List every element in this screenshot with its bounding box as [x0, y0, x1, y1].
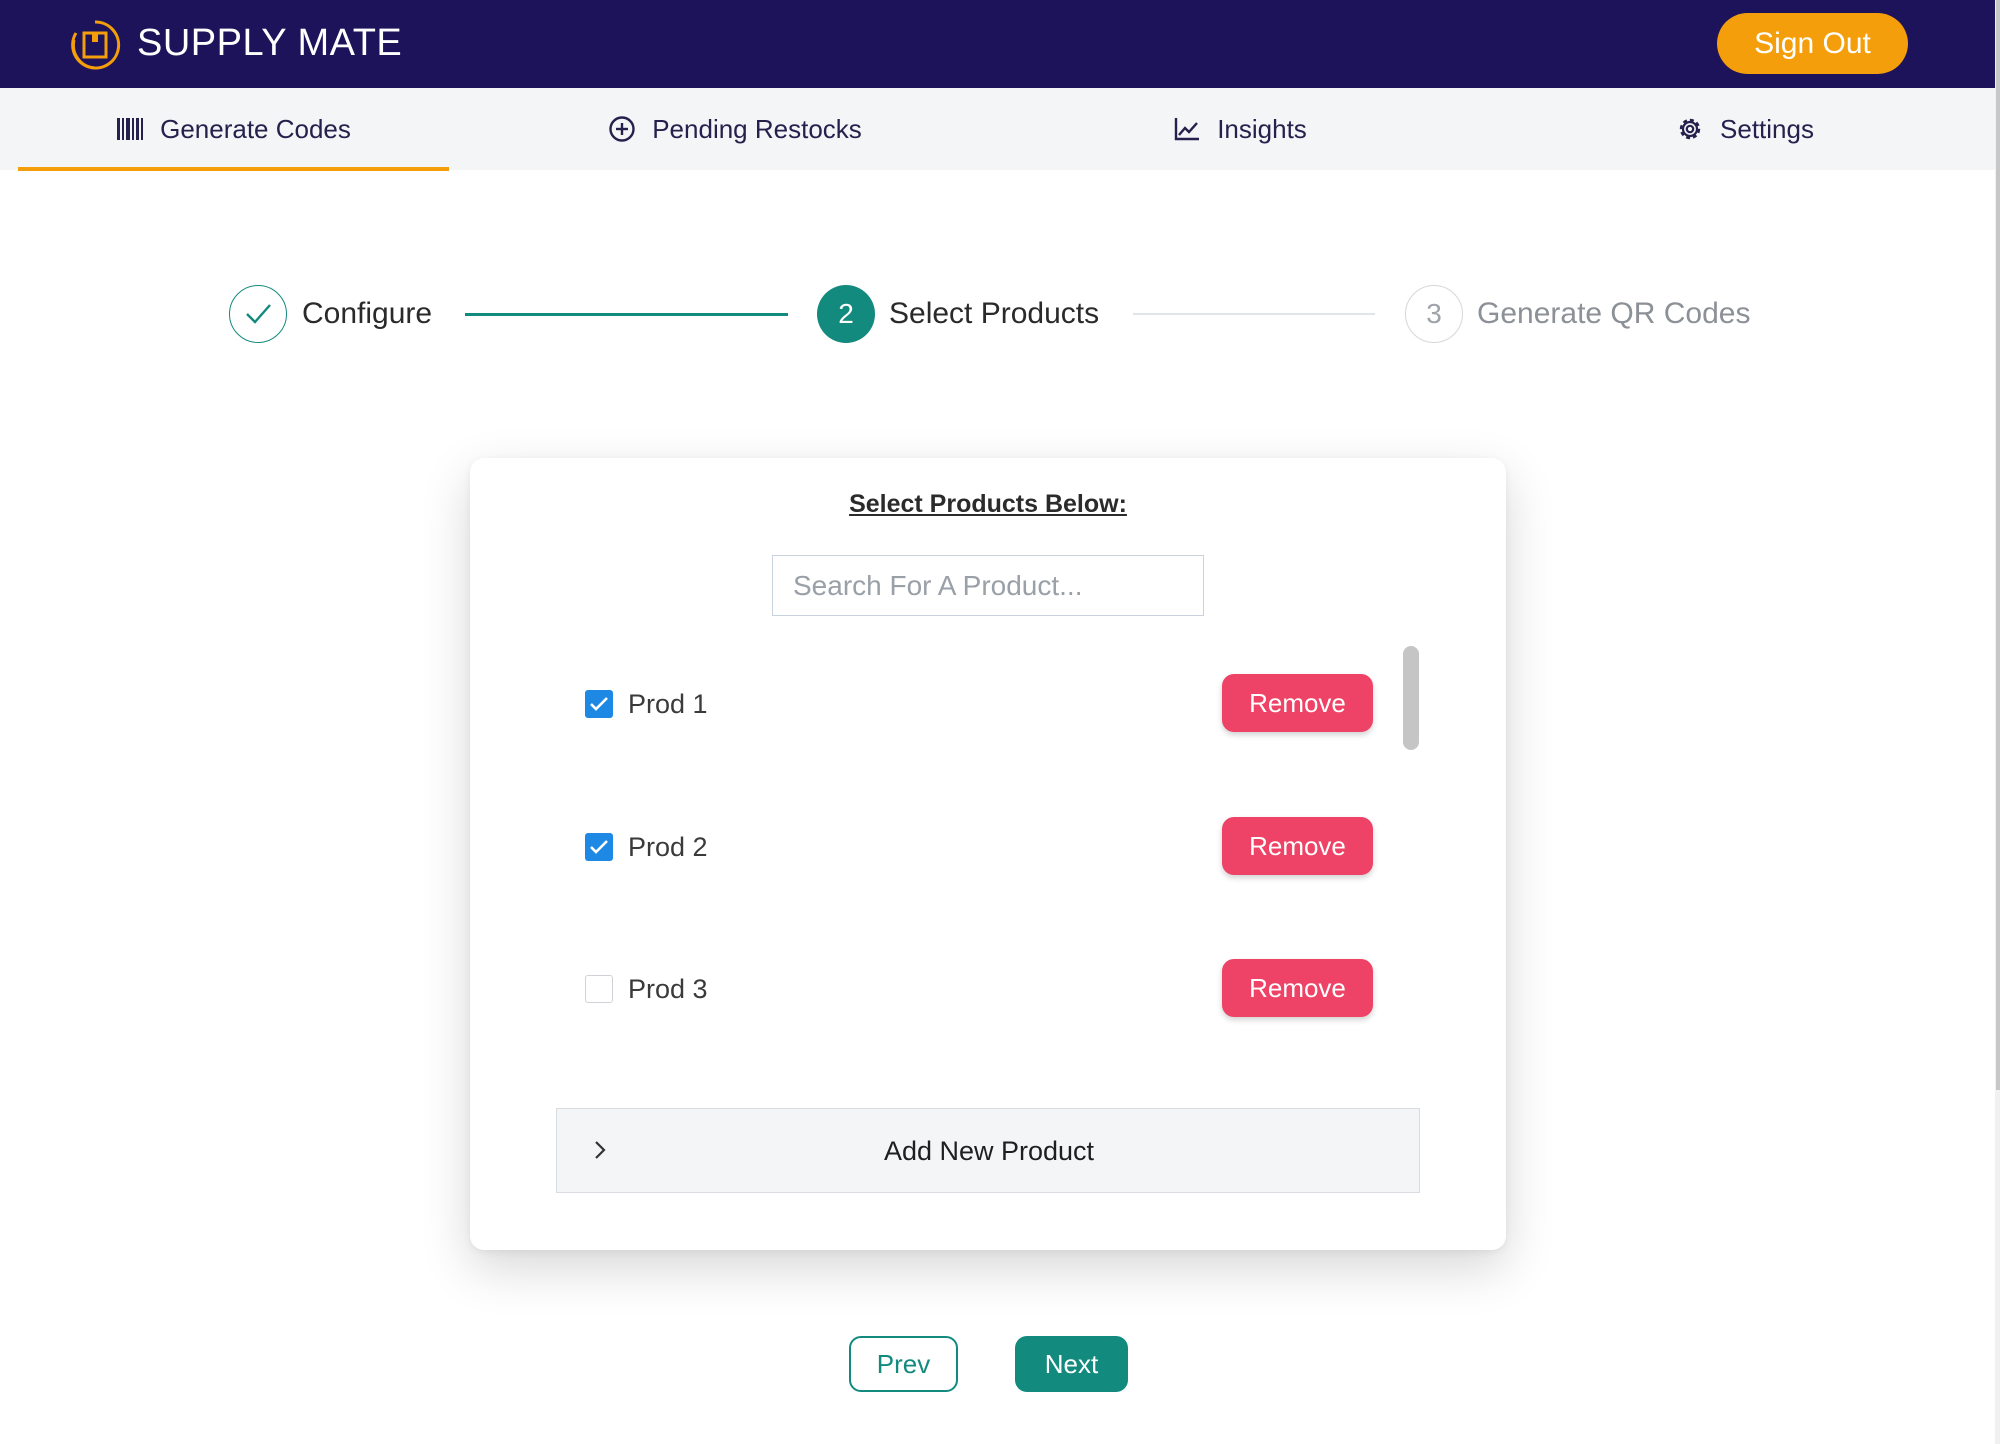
step-2-number: 2	[817, 285, 875, 343]
tab-generate-codes[interactable]: Generate Codes	[18, 88, 449, 170]
step-connector-completed	[465, 313, 788, 316]
step-2-label: Select Products	[889, 297, 1100, 330]
step-1-completed-icon	[229, 285, 287, 343]
product-row: Prod 2 Remove	[470, 817, 1506, 877]
step-connector-upcoming	[1133, 313, 1375, 315]
remove-product-button[interactable]: Remove	[1222, 674, 1373, 732]
card-title: Select Products Below:	[849, 490, 1127, 518]
step-3-label: Generate QR Codes	[1477, 297, 1751, 330]
top-bar: SUPPLY MATE Sign Out	[0, 0, 1995, 88]
product-name: Prod 1	[628, 689, 708, 719]
product-name: Prod 3	[628, 974, 708, 1004]
barcode-icon	[116, 115, 144, 143]
logo-icon	[68, 18, 122, 72]
page-scrollbar-thumb[interactable]	[1996, 0, 2000, 1090]
tab-settings[interactable]: Settings	[1640, 88, 1850, 170]
product-checkbox[interactable]	[585, 690, 613, 718]
tab-label: Insights	[1217, 113, 1307, 144]
sign-out-button[interactable]: Sign Out	[1717, 13, 1908, 74]
remove-product-button[interactable]: Remove	[1222, 817, 1373, 875]
add-new-product-accordion[interactable]: Add New Product	[556, 1108, 1420, 1193]
gear-icon	[1676, 115, 1704, 143]
tab-insights[interactable]: Insights	[1120, 88, 1360, 170]
tab-label: Settings	[1720, 113, 1814, 144]
step-1-label: Configure	[302, 297, 433, 330]
product-checkbox[interactable]	[585, 833, 613, 861]
brand-name: SUPPLY MATE	[137, 22, 403, 64]
product-name: Prod 2	[628, 832, 708, 862]
tab-label: Generate Codes	[160, 113, 351, 144]
next-button[interactable]: Next	[1015, 1336, 1128, 1392]
remove-product-button[interactable]: Remove	[1222, 959, 1373, 1017]
prev-button[interactable]: Prev	[849, 1336, 958, 1392]
tab-pending-restocks[interactable]: Pending Restocks	[560, 88, 910, 170]
main-tabs: Generate Codes Pending Restocks Insights	[0, 88, 1995, 171]
add-new-product-label: Add New Product	[883, 1136, 1095, 1166]
product-checkbox[interactable]	[585, 975, 613, 1003]
product-selection-card: Select Products Below: Prod 1 Remove Pro…	[470, 458, 1506, 1250]
product-row: Prod 1 Remove	[470, 674, 1506, 734]
product-search-input[interactable]	[772, 555, 1204, 616]
plus-circle-icon	[608, 115, 636, 143]
active-tab-indicator	[18, 167, 449, 171]
product-row: Prod 3 Remove	[470, 959, 1506, 1019]
step-3-number: 3	[1405, 285, 1463, 343]
tab-label: Pending Restocks	[652, 113, 862, 144]
line-chart-icon	[1173, 115, 1201, 143]
